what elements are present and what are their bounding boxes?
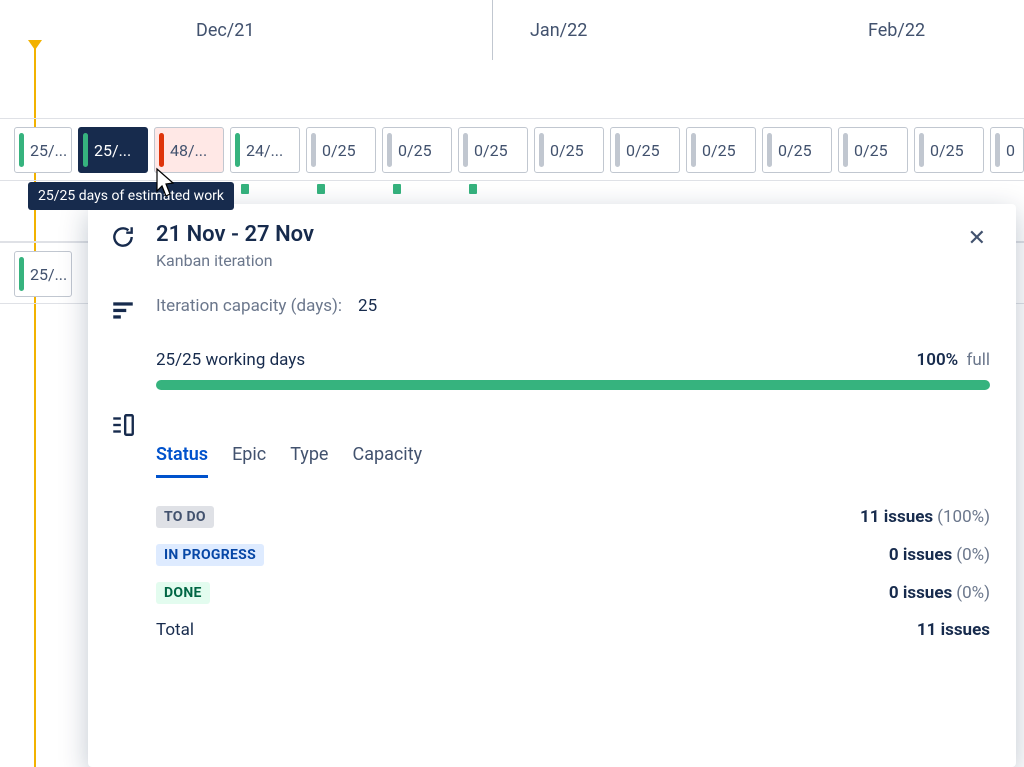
month-label: Feb/22 [868,20,925,41]
status-list: TO DO 11 issues(100%) IN PROGRESS 0 issues(… [156,498,990,612]
capacity-bar [19,257,24,291]
mini-marker [393,184,401,194]
capacity-cell[interactable]: 48/... [154,127,224,173]
capacity-cell-label: 25/... [94,141,131,160]
capacity-cell-label: 0/25 [626,141,660,160]
capacity-row-1: 25/... 25/... 48/... 24/... 0/25 0/25 0/25 0/25… [0,118,1024,180]
capacity-cell[interactable]: 0 [990,127,1024,173]
iteration-detail-panel: ✕ 21 Nov - 27 Nov Kanban iteration Itera… [88,204,1016,767]
status-pct: (0%) [956,583,990,603]
capacity-cell[interactable]: 25/... [78,127,148,173]
capacity-bar [539,133,544,167]
capacity-cell-label: 0/25 [930,141,964,160]
capacity-cell[interactable]: 25/... [14,251,72,297]
close-button[interactable]: ✕ [962,226,992,250]
iteration-icon [110,224,136,250]
status-total-label: Total [156,620,194,640]
capacity-cell[interactable]: 0/25 [762,127,832,173]
status-pct: (0%) [956,545,990,565]
status-count: 0 issues [889,583,952,603]
status-tabs: Status Epic Type Capacity [156,444,990,478]
capacity-cell-label: 48/... [170,141,207,160]
capacity-bar [767,133,772,167]
capacity-cell-label: 0 [1006,141,1015,160]
capacity-cell-label: 0/25 [398,141,432,160]
capacity-cell[interactable]: 0/25 [838,127,908,173]
capacity-bar [843,133,848,167]
capacity-cell-label: 0/25 [702,141,736,160]
capacity-cell-label: 0/25 [474,141,508,160]
capacity-bar [615,133,620,167]
capacity-cell-label: 0/25 [778,141,812,160]
status-count: 0 issues [889,545,952,565]
capacity-bar [463,133,468,167]
capacity-cell-label: 25/... [30,265,67,284]
capacity-cell-label: 0/25 [322,141,356,160]
tab-type[interactable]: Type [290,444,328,478]
mini-marker [317,184,325,194]
capacity-cell[interactable]: 25/... [14,127,72,173]
capacity-icon [110,298,136,324]
timeline-month-header: Dec/21 Jan/22 Feb/22 [0,0,1024,60]
list-icon [110,412,136,438]
status-badge: IN PROGRESS [156,544,264,566]
mini-marker [469,184,477,194]
tab-capacity[interactable]: Capacity [352,444,422,478]
capacity-tooltip: 25/25 days of estimated work [28,182,234,210]
tab-status[interactable]: Status [156,444,208,478]
capacity-bar [995,133,1000,167]
close-icon: ✕ [968,225,986,250]
capacity-cell[interactable]: 0/25 [610,127,680,173]
status-count: 11 issues [860,507,933,527]
status-row: IN PROGRESS 0 issues(0%) [156,536,990,574]
capacity-bar [311,133,316,167]
capacity-cell[interactable]: 0/25 [686,127,756,173]
capacity-cell[interactable]: 0/25 [382,127,452,173]
capacity-bar [83,133,88,167]
capacity-cell-label: 0/25 [854,141,888,160]
capacity-bar [159,133,164,167]
capacity-cell[interactable]: 0/25 [458,127,528,173]
progress-bar [156,380,990,390]
month-divider [492,0,493,60]
progress-text: 25/25 working days [156,350,305,370]
status-badge: DONE [156,582,210,604]
capacity-bar [919,133,924,167]
iteration-subtitle: Kanban iteration [156,251,990,270]
iteration-date-range: 21 Nov - 27 Nov [156,222,990,247]
progress-full-label: full [966,350,990,370]
capacity-cell-label: 25/... [30,141,67,160]
status-row: DONE 0 issues(0%) [156,574,990,612]
capacity-label: Iteration capacity (days): [156,296,342,316]
capacity-bar [691,133,696,167]
capacity-cell-label: 24/... [246,141,283,160]
capacity-cell-label: 0/25 [550,141,584,160]
capacity-cell[interactable]: 24/... [230,127,300,173]
capacity-value: 25 [358,296,377,316]
capacity-bar [235,133,240,167]
status-row: TO DO 11 issues(100%) [156,498,990,536]
tab-epic[interactable]: Epic [232,444,266,478]
status-pct: (100%) [937,507,990,527]
month-label: Dec/21 [196,20,254,41]
status-badge: TO DO [156,506,214,528]
capacity-cell[interactable]: 0/25 [914,127,984,173]
mini-marker [241,184,249,194]
progress-percent: 100% [917,350,959,370]
capacity-bar [387,133,392,167]
month-label: Jan/22 [530,20,587,41]
capacity-cell[interactable]: 0/25 [306,127,376,173]
capacity-cell[interactable]: 0/25 [534,127,604,173]
status-total-value: 11 issues [917,620,990,640]
capacity-bar [19,133,24,167]
